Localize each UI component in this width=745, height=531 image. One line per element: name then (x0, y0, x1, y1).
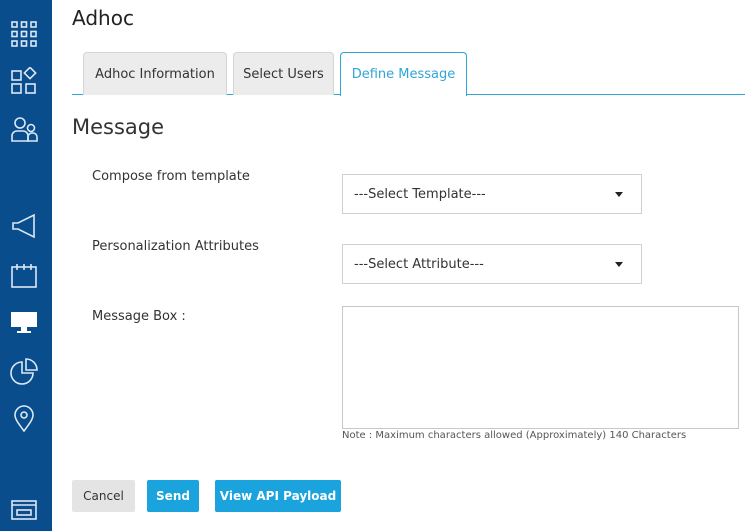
campaign-megaphone-icon[interactable] (8, 210, 40, 242)
character-limit-note: Note : Maximum characters allowed (Appro… (342, 430, 687, 441)
caret-down-icon (615, 262, 623, 267)
tab-select-users[interactable]: Select Users (233, 52, 334, 95)
calendar-icon[interactable] (8, 259, 40, 291)
template-label: Compose from template (92, 169, 250, 184)
window-icon[interactable] (8, 494, 40, 526)
tab-adhoc-information[interactable]: Adhoc Information (83, 52, 227, 95)
sidebar (0, 0, 52, 531)
cancel-button[interactable]: Cancel (72, 480, 135, 512)
caret-down-icon (615, 192, 623, 197)
view-api-payload-button[interactable]: View API Payload (215, 480, 341, 512)
template-select-value: ---Select Template--- (354, 186, 486, 202)
message-textarea[interactable] (342, 306, 739, 429)
attribute-select[interactable]: ---Select Attribute--- (342, 244, 642, 284)
apps-grid-icon[interactable] (8, 18, 40, 50)
users-icon[interactable] (8, 113, 40, 145)
attribute-label: Personalization Attributes (92, 239, 259, 254)
message-box-label: Message Box : (92, 309, 186, 324)
attribute-select-value: ---Select Attribute--- (354, 256, 484, 272)
page-title: Adhoc (72, 6, 134, 30)
monitor-icon[interactable] (8, 306, 40, 338)
template-select[interactable]: ---Select Template--- (342, 174, 642, 214)
pie-chart-icon[interactable] (8, 355, 40, 387)
tab-bar: Adhoc Information Select Users Define Me… (72, 52, 745, 96)
location-pin-icon[interactable] (8, 403, 40, 435)
section-heading: Message (72, 115, 165, 139)
tab-define-message[interactable]: Define Message (340, 52, 467, 96)
dashboard-icon[interactable] (8, 65, 40, 97)
send-button[interactable]: Send (147, 480, 199, 512)
